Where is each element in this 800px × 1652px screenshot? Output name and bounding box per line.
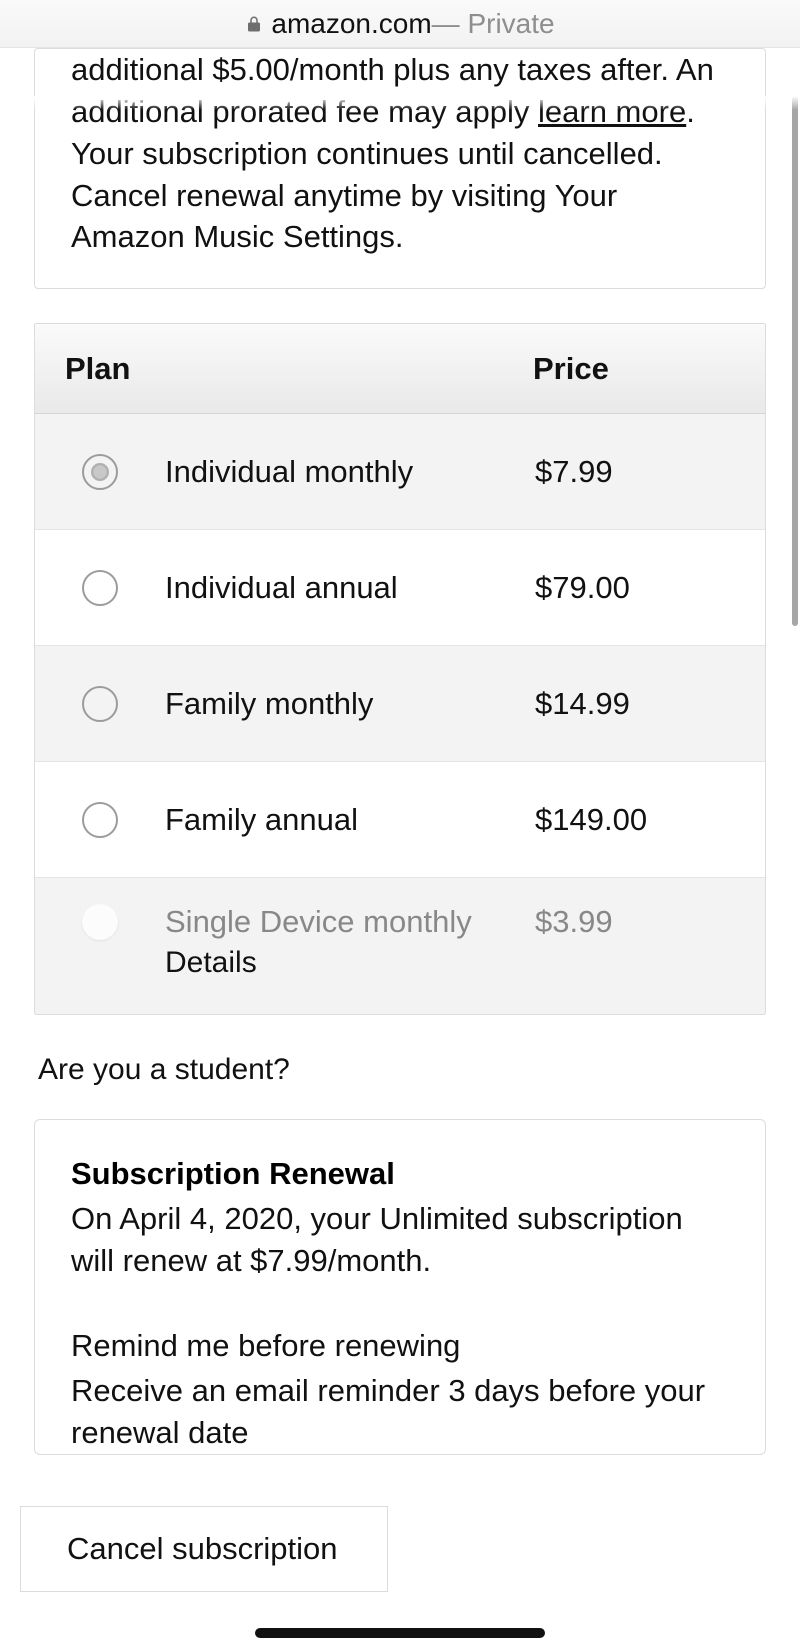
plan-header: Plan (35, 351, 533, 387)
plan-price: $14.99 (535, 686, 765, 722)
renewal-card: Subscription Renewal On April 4, 2020, y… (34, 1119, 766, 1454)
learn-more-link[interactable]: learn more (538, 94, 686, 129)
plan-row-family-monthly[interactable]: Family monthly $14.99 (35, 646, 765, 762)
address-private: — Private (432, 8, 555, 40)
plans-table-header: Plan Price (35, 324, 765, 414)
plan-label: Family monthly (165, 686, 373, 721)
plan-label: Single Device monthly (165, 904, 535, 940)
plans-table: Plan Price Individual monthly $7.99 Indi… (34, 323, 766, 1015)
renewal-title: Subscription Renewal (71, 1156, 729, 1192)
radio-selected-icon[interactable] (82, 454, 118, 490)
address-domain: amazon.com (271, 8, 431, 40)
plan-price: $7.99 (535, 454, 765, 490)
remind-text: Receive an email reminder 3 days before … (71, 1370, 729, 1454)
remind-title: Remind me before renewing (71, 1328, 729, 1364)
radio-disabled-icon (82, 904, 118, 940)
price-header: Price (533, 351, 765, 387)
browser-address-bar[interactable]: amazon.com — Private (0, 0, 800, 48)
plan-price: $79.00 (535, 570, 765, 606)
home-indicator[interactable] (255, 1628, 545, 1638)
details-link[interactable]: Details (165, 946, 535, 980)
terms-card: additional $5.00/month plus any taxes af… (34, 48, 766, 289)
plan-label: Individual annual (165, 570, 398, 605)
radio-icon[interactable] (82, 570, 118, 606)
plan-price: $3.99 (535, 904, 765, 940)
renewal-text: On April 4, 2020, your Unlimited subscri… (71, 1198, 729, 1282)
student-prompt[interactable]: Are you a student? (38, 1053, 762, 1087)
cancel-subscription-label: Cancel subscription (67, 1531, 338, 1567)
plan-label: Individual monthly (165, 454, 413, 489)
lock-icon (245, 15, 263, 33)
cancel-subscription-button[interactable]: Cancel subscription (20, 1506, 388, 1592)
plan-label: Family annual (165, 802, 358, 837)
plan-row-individual-monthly[interactable]: Individual monthly $7.99 (35, 414, 765, 530)
plan-row-individual-annual[interactable]: Individual annual $79.00 (35, 530, 765, 646)
plan-row-family-annual[interactable]: Family annual $149.00 (35, 762, 765, 878)
plan-price: $149.00 (535, 802, 765, 838)
radio-icon[interactable] (82, 802, 118, 838)
scrollbar[interactable] (792, 96, 798, 626)
radio-icon[interactable] (82, 686, 118, 722)
plan-row-single-device: Single Device monthly Details $3.99 (35, 878, 765, 1014)
